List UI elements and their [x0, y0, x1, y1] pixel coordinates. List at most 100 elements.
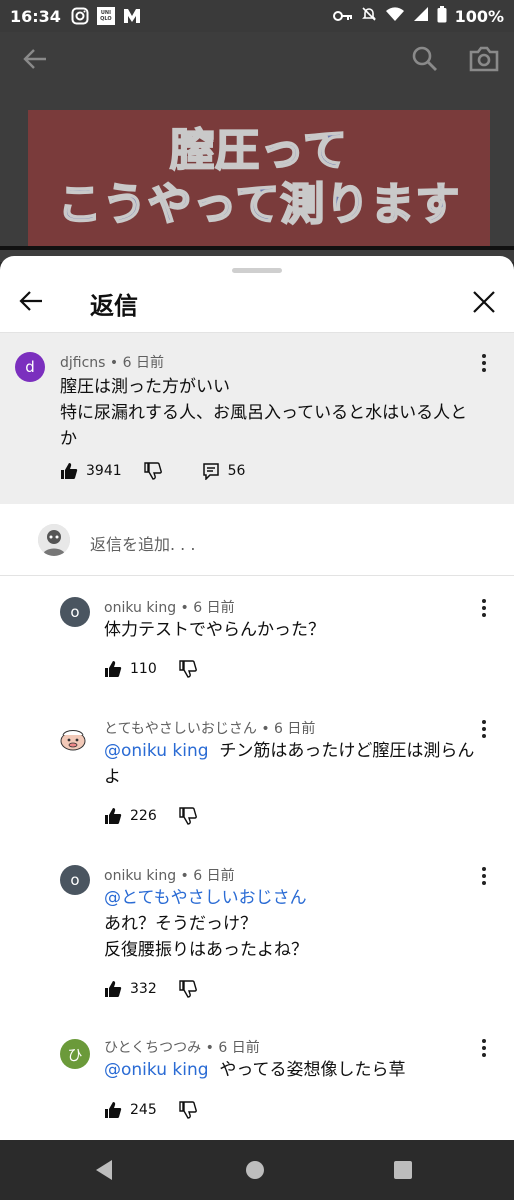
- avatar[interactable]: ひ: [60, 1039, 90, 1069]
- uniqlo-icon-text-bottom: QLO: [100, 16, 112, 22]
- status-bar: 16:34 UNI QLO 100%: [0, 0, 514, 32]
- battery-icon: [437, 5, 447, 27]
- nav-back-icon[interactable]: [96, 1160, 112, 1180]
- comment-text: チン筋はあったけど膣圧は測らん: [219, 741, 475, 761]
- like-count: 226: [130, 808, 157, 824]
- like-count: 110: [130, 661, 157, 677]
- close-icon[interactable]: [470, 288, 498, 320]
- wifi-icon: [385, 6, 405, 26]
- comment-body: @oniku king チン筋はあったけど膣圧は測らん よ: [104, 738, 484, 790]
- drag-handle[interactable]: [232, 268, 282, 273]
- status-time: 16:34: [10, 6, 61, 26]
- comment-author[interactable]: oniku king: [104, 868, 176, 884]
- camera-icon[interactable]: [468, 44, 500, 78]
- thumbs-down-icon[interactable]: [143, 462, 162, 480]
- comment-meta: とてもやさしいおじさん • 6 日前: [104, 718, 315, 738]
- thumbs-up-icon[interactable]: [104, 660, 122, 678]
- nav-home-icon[interactable]: [246, 1161, 264, 1179]
- thumbs-down-icon[interactable]: [179, 807, 197, 825]
- comment-actions: 3941 56: [60, 462, 267, 480]
- comment-actions: 110: [104, 660, 197, 678]
- video-player[interactable]: 膣圧って こうやって測ります: [0, 32, 514, 262]
- thumbs-down-icon[interactable]: [179, 980, 197, 998]
- signal-icon: [413, 6, 429, 26]
- avatar[interactable]: o: [60, 865, 90, 895]
- comment-author[interactable]: oniku king: [104, 600, 176, 616]
- avatar[interactable]: d: [15, 352, 45, 382]
- comment-meta: ひとくちつつみ • 6 日前: [104, 1037, 260, 1057]
- comment-line: か: [60, 429, 77, 449]
- comment-body: @とてもやさしいおじさん あれ？そうだっけ？ 反復腰振りはあったよね？: [104, 885, 484, 963]
- comment-body: 体力テストでやらんかった？: [104, 617, 484, 643]
- comment-line: @oniku king やってる姿想像したら草: [104, 1057, 484, 1083]
- add-reply-input[interactable]: 返信を追加. . .: [90, 531, 195, 555]
- user-avatar: [38, 524, 70, 556]
- more-options-icon[interactable]: [481, 867, 487, 885]
- thumbs-up-icon[interactable]: [104, 807, 122, 825]
- thumbs-up-icon[interactable]: [104, 980, 122, 998]
- comment-author[interactable]: とてもやさしいおじさん: [104, 721, 257, 737]
- sheet-title: 返信: [90, 292, 138, 320]
- comment-line: @oniku king チン筋はあったけど膣圧は測らん: [104, 738, 484, 764]
- video-title-banner: 膣圧って こうやって測ります: [28, 110, 490, 246]
- sheet-header: 返信: [0, 274, 514, 332]
- comment-text: やってる姿想像したら草: [219, 1060, 406, 1080]
- like-count: 3941: [86, 463, 122, 479]
- comment-author[interactable]: ひとくちつつみ: [104, 1040, 201, 1056]
- thumbs-up-icon[interactable]: [104, 1101, 122, 1119]
- comment-line: 膣圧は測った方がいい: [60, 377, 230, 397]
- comment-time: • 6 日前: [180, 868, 235, 884]
- comment-time: • 6 日前: [180, 600, 235, 616]
- comment-meta: oniku king • 6 日前: [104, 865, 235, 885]
- search-icon[interactable]: [410, 44, 440, 78]
- key-icon: [332, 7, 353, 26]
- back-arrow-icon[interactable]: [20, 44, 50, 78]
- more-options-icon[interactable]: [481, 720, 487, 738]
- comment-time: • 6 日前: [205, 1040, 260, 1056]
- banner-line-2: こうやって測ります: [57, 178, 461, 231]
- more-options-icon[interactable]: [481, 1039, 487, 1057]
- comment-author[interactable]: djficns: [60, 355, 105, 371]
- comment-actions: 332: [104, 980, 197, 998]
- like-count: 245: [130, 1102, 157, 1118]
- divider: [0, 332, 514, 333]
- system-nav-bar: [0, 1140, 514, 1200]
- thumbs-down-icon[interactable]: [179, 1101, 197, 1119]
- comment-body: 膣圧は測った方がいい 特に尿漏れする人、お風呂入っていると水はいる人と か: [60, 374, 490, 452]
- add-reply-row[interactable]: 返信を追加. . .: [0, 518, 514, 578]
- thumbs-down-icon[interactable]: [179, 660, 197, 678]
- mention-link[interactable]: @oniku king: [104, 1060, 209, 1080]
- like-count: 332: [130, 981, 157, 997]
- reply-count: 56: [227, 463, 246, 479]
- avatar[interactable]: [56, 722, 90, 756]
- uniqlo-icon: UNI QLO: [96, 7, 115, 25]
- m-app-icon: [123, 8, 141, 24]
- mute-icon: [361, 6, 377, 26]
- divider: [0, 575, 514, 576]
- battery-percent: 100%: [454, 6, 504, 26]
- nav-recents-icon[interactable]: [394, 1161, 412, 1179]
- more-options-icon[interactable]: [481, 599, 487, 617]
- reply-comment-icon[interactable]: [202, 462, 220, 480]
- mention-link[interactable]: @oniku king: [104, 741, 209, 761]
- comment-body: @oniku king やってる姿想像したら草: [104, 1057, 484, 1083]
- avatar[interactable]: o: [60, 597, 90, 627]
- comment-line: @とてもやさしいおじさん: [104, 885, 484, 911]
- parent-comment: d djficns • 6 日前 膣圧は測った方がいい 特に尿漏れする人、お風呂…: [0, 332, 514, 504]
- comment-line: あれ？そうだっけ？: [104, 914, 257, 934]
- instagram-icon: [71, 7, 89, 25]
- more-options-icon[interactable]: [481, 354, 487, 372]
- status-right-group: 100%: [332, 5, 504, 27]
- comment-line: よ: [104, 767, 121, 787]
- comment-meta: oniku king • 6 日前: [104, 597, 235, 617]
- comment-time: • 6 日前: [109, 355, 164, 371]
- mention-link[interactable]: @とてもやさしいおじさん: [104, 888, 307, 908]
- comment-time: • 6 日前: [261, 721, 316, 737]
- comment-line: 特に尿漏れする人、お風呂入っていると水はいる人と: [60, 403, 468, 423]
- thumbs-up-icon[interactable]: [60, 462, 78, 480]
- back-arrow-icon[interactable]: [18, 288, 44, 318]
- banner-line-1: 膣圧って: [169, 124, 348, 177]
- comment-line: 体力テストでやらんかった？: [104, 620, 325, 640]
- replies-sheet: 返信 d djficns • 6 日前 膣圧は測った方がいい 特に尿漏れする人、…: [0, 256, 514, 1140]
- video-bottom-edge: [0, 246, 514, 250]
